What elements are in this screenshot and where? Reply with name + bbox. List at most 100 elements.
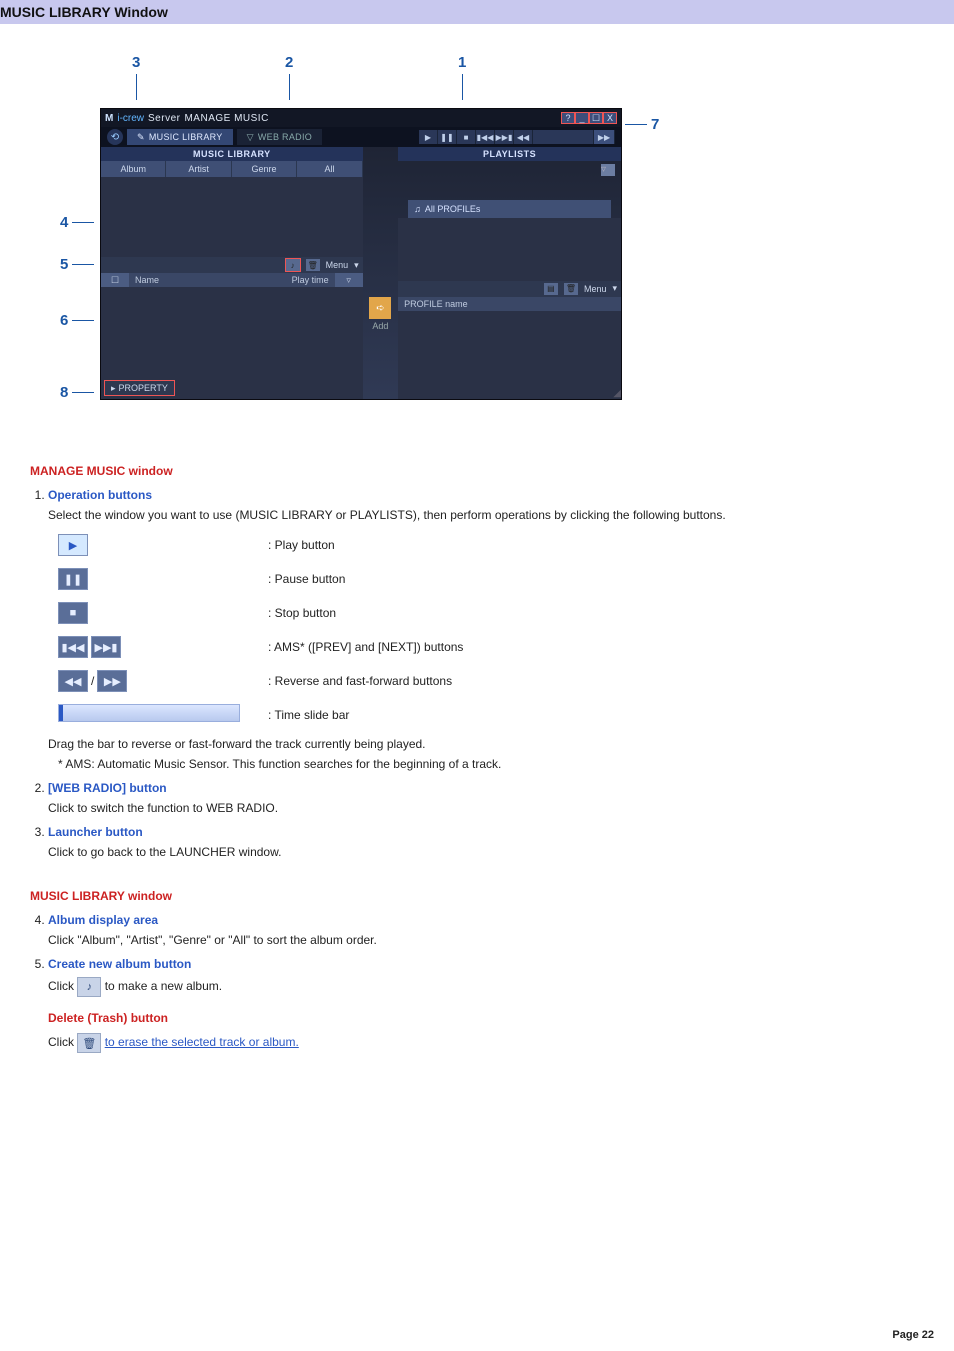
sort-by-genre[interactable]: Genre (232, 161, 297, 177)
rewind-icon: ◀◀ (58, 670, 88, 692)
callout-3: 3 (132, 54, 140, 100)
create-album-button[interactable]: ♪ (286, 259, 300, 271)
create-album-body: Click ♪ to make a new album. (48, 977, 924, 997)
profile-name-column[interactable]: PROFILE name (398, 297, 621, 311)
sort-by-all[interactable]: All (297, 161, 362, 177)
playlists-dropdown[interactable]: ▿ (601, 164, 615, 176)
callout-4: 4 (60, 214, 94, 231)
item-create-album: Create new album button (48, 957, 191, 971)
titlebar: M i-crew Server MANAGE MUSIC ? _ ☐ X (101, 109, 621, 127)
ams-footnote: * AMS: Automatic Music Sensor. This func… (58, 757, 924, 771)
item-web-radio: [WEB RADIO] button (48, 781, 167, 795)
screenshot-figure: 3 2 1 4 5 6 8 7 M i-crew Server MANAGE M… (60, 54, 700, 424)
checkbox-column[interactable]: ☐ (101, 273, 129, 287)
page-header-title: MUSIC LIBRARY Window (0, 4, 168, 20)
profile-list-area[interactable] (398, 311, 621, 399)
resize-handle[interactable]: ◢ (613, 388, 621, 399)
maximize-button[interactable]: ☐ (589, 112, 603, 124)
help-button[interactable]: ? (561, 112, 575, 124)
numbered-list: Operation buttons Select the window you … (30, 488, 924, 859)
next-button[interactable]: ▶▶▮ (495, 130, 514, 144)
close-button[interactable]: X (603, 112, 617, 124)
callout-7: 7 (625, 116, 659, 133)
prev-icon: ▮◀◀ (58, 636, 88, 658)
tab-web-radio[interactable]: ▽ WEB RADIO (237, 129, 322, 145)
desc-revff: : Reverse and fast-forward buttons (268, 664, 473, 698)
tab-music-library[interactable]: ✎ MUSIC LIBRARY (127, 129, 233, 145)
all-profiles-item[interactable]: ♫ All PROFILEs (408, 200, 611, 218)
web-radio-body: Click to switch the function to WEB RADI… (48, 801, 924, 815)
desc-play: : Play button (268, 528, 473, 562)
playlists-header: PLAYLISTS (398, 147, 621, 161)
erase-link[interactable]: to erase the selected track or album. (105, 1035, 299, 1049)
list-sort-dropdown[interactable]: ▿ (335, 273, 363, 287)
app-title-section: MANAGE MUSIC (184, 113, 268, 124)
app-logo: M (105, 113, 113, 124)
trash-icon: 🗑 (77, 1033, 101, 1053)
name-column[interactable]: Name (129, 273, 263, 287)
item-album-display: Album display area (48, 913, 158, 927)
drag-note: Drag the bar to reverse or fast-forward … (48, 737, 924, 751)
play-button[interactable]: ▶ (419, 130, 438, 144)
pause-button[interactable]: ❚❚ (438, 130, 457, 144)
desc-time: : Time slide bar (268, 698, 473, 731)
pencil-icon: ✎ (137, 132, 145, 143)
callout-2: 2 (285, 54, 293, 100)
heading-delete-trash: Delete (Trash) button (48, 1011, 924, 1025)
new-album-icon: ♪ (77, 977, 101, 997)
playlists-menu[interactable]: Menu (584, 284, 607, 294)
sort-by-artist[interactable]: Artist (166, 161, 231, 177)
filter-icon: ▽ (247, 132, 254, 143)
next-icon: ▶▶▮ (91, 636, 121, 658)
playlists-toolbar: ▤ 🗑 Menu ▾ (398, 281, 621, 297)
profiles-icon: ♫ (414, 204, 421, 214)
time-slide-bar-icon (58, 704, 240, 722)
numbered-list-2: Album display area Click "Album", "Artis… (30, 913, 924, 1053)
desc-ams: : AMS* ([PREV] and [NEXT]) buttons (268, 630, 473, 664)
prev-button[interactable]: ▮◀◀ (476, 130, 495, 144)
music-library-header: MUSIC LIBRARY (101, 147, 363, 161)
fastforward-button[interactable]: ▶▶ (594, 130, 615, 144)
app-brand: i-crew (117, 113, 144, 124)
trash-icon: 🗑 (308, 261, 318, 270)
property-button[interactable]: ▸ PROPERTY (105, 381, 174, 395)
time-slide-bar[interactable] (533, 130, 594, 144)
album-display-body: Click "Album", "Artist", "Genre" or "All… (48, 933, 924, 947)
playtime-column[interactable]: Play time (263, 273, 335, 287)
desc-pause: : Pause button (268, 562, 473, 596)
delete-playlist-button[interactable]: 🗑 (564, 283, 578, 295)
chevron-down-icon: ▿ (601, 164, 606, 175)
tabbar: ⟲ ✎ MUSIC LIBRARY ▽ WEB RADIO ▶ ❚❚ ■ ▮◀◀… (101, 127, 621, 147)
sort-by-album[interactable]: Album (101, 161, 166, 177)
callout-1: 1 (458, 54, 466, 100)
separator: / (91, 674, 94, 688)
callout-8: 8 (60, 384, 94, 401)
rewind-button[interactable]: ◀◀ (514, 130, 533, 144)
callout-5: 5 (60, 256, 94, 273)
chevron-down-icon: ▾ (612, 283, 617, 294)
desc-stop: : Stop button (268, 596, 473, 630)
list-icon: ▤ (547, 284, 555, 293)
minimize-button[interactable]: _ (575, 112, 589, 124)
launcher-back-button[interactable]: ⟲ (107, 129, 123, 145)
delete-body: Click 🗑 to erase the selected track or a… (48, 1033, 924, 1053)
heading-manage-music: MANAGE MUSIC window (30, 464, 924, 478)
add-to-playlist-column: ➪ Add (363, 147, 398, 399)
library-toolbar: ♪ 🗑 Menu ▾ (101, 257, 363, 273)
delete-trash-button[interactable]: 🗑 (306, 259, 320, 271)
transport-controls: ▶ ❚❚ ■ ▮◀◀ ▶▶▮ ◀◀ ▶▶ (419, 130, 615, 144)
fastforward-icon: ▶▶ (97, 670, 127, 692)
album-display-area[interactable] (101, 177, 363, 257)
library-menu[interactable]: Menu (326, 260, 349, 270)
playlists-area[interactable] (398, 218, 621, 281)
arrow-right-icon: ➪ (376, 303, 384, 314)
add-to-playlist-button[interactable]: ➪ (369, 297, 391, 319)
button-description-table: ▶ : Play button ❚❚ : Pause button ■ : St… (58, 528, 473, 731)
stop-button[interactable]: ■ (457, 130, 476, 144)
track-list-header: ☐ Name Play time ▿ (101, 273, 363, 287)
item-operation-buttons: Operation buttons (48, 488, 152, 502)
heading-music-library: MUSIC LIBRARY window (30, 889, 924, 903)
trash-icon: 🗑 (566, 284, 576, 293)
play-icon: ▶ (58, 534, 88, 556)
create-playlist-button[interactable]: ▤ (544, 283, 558, 295)
